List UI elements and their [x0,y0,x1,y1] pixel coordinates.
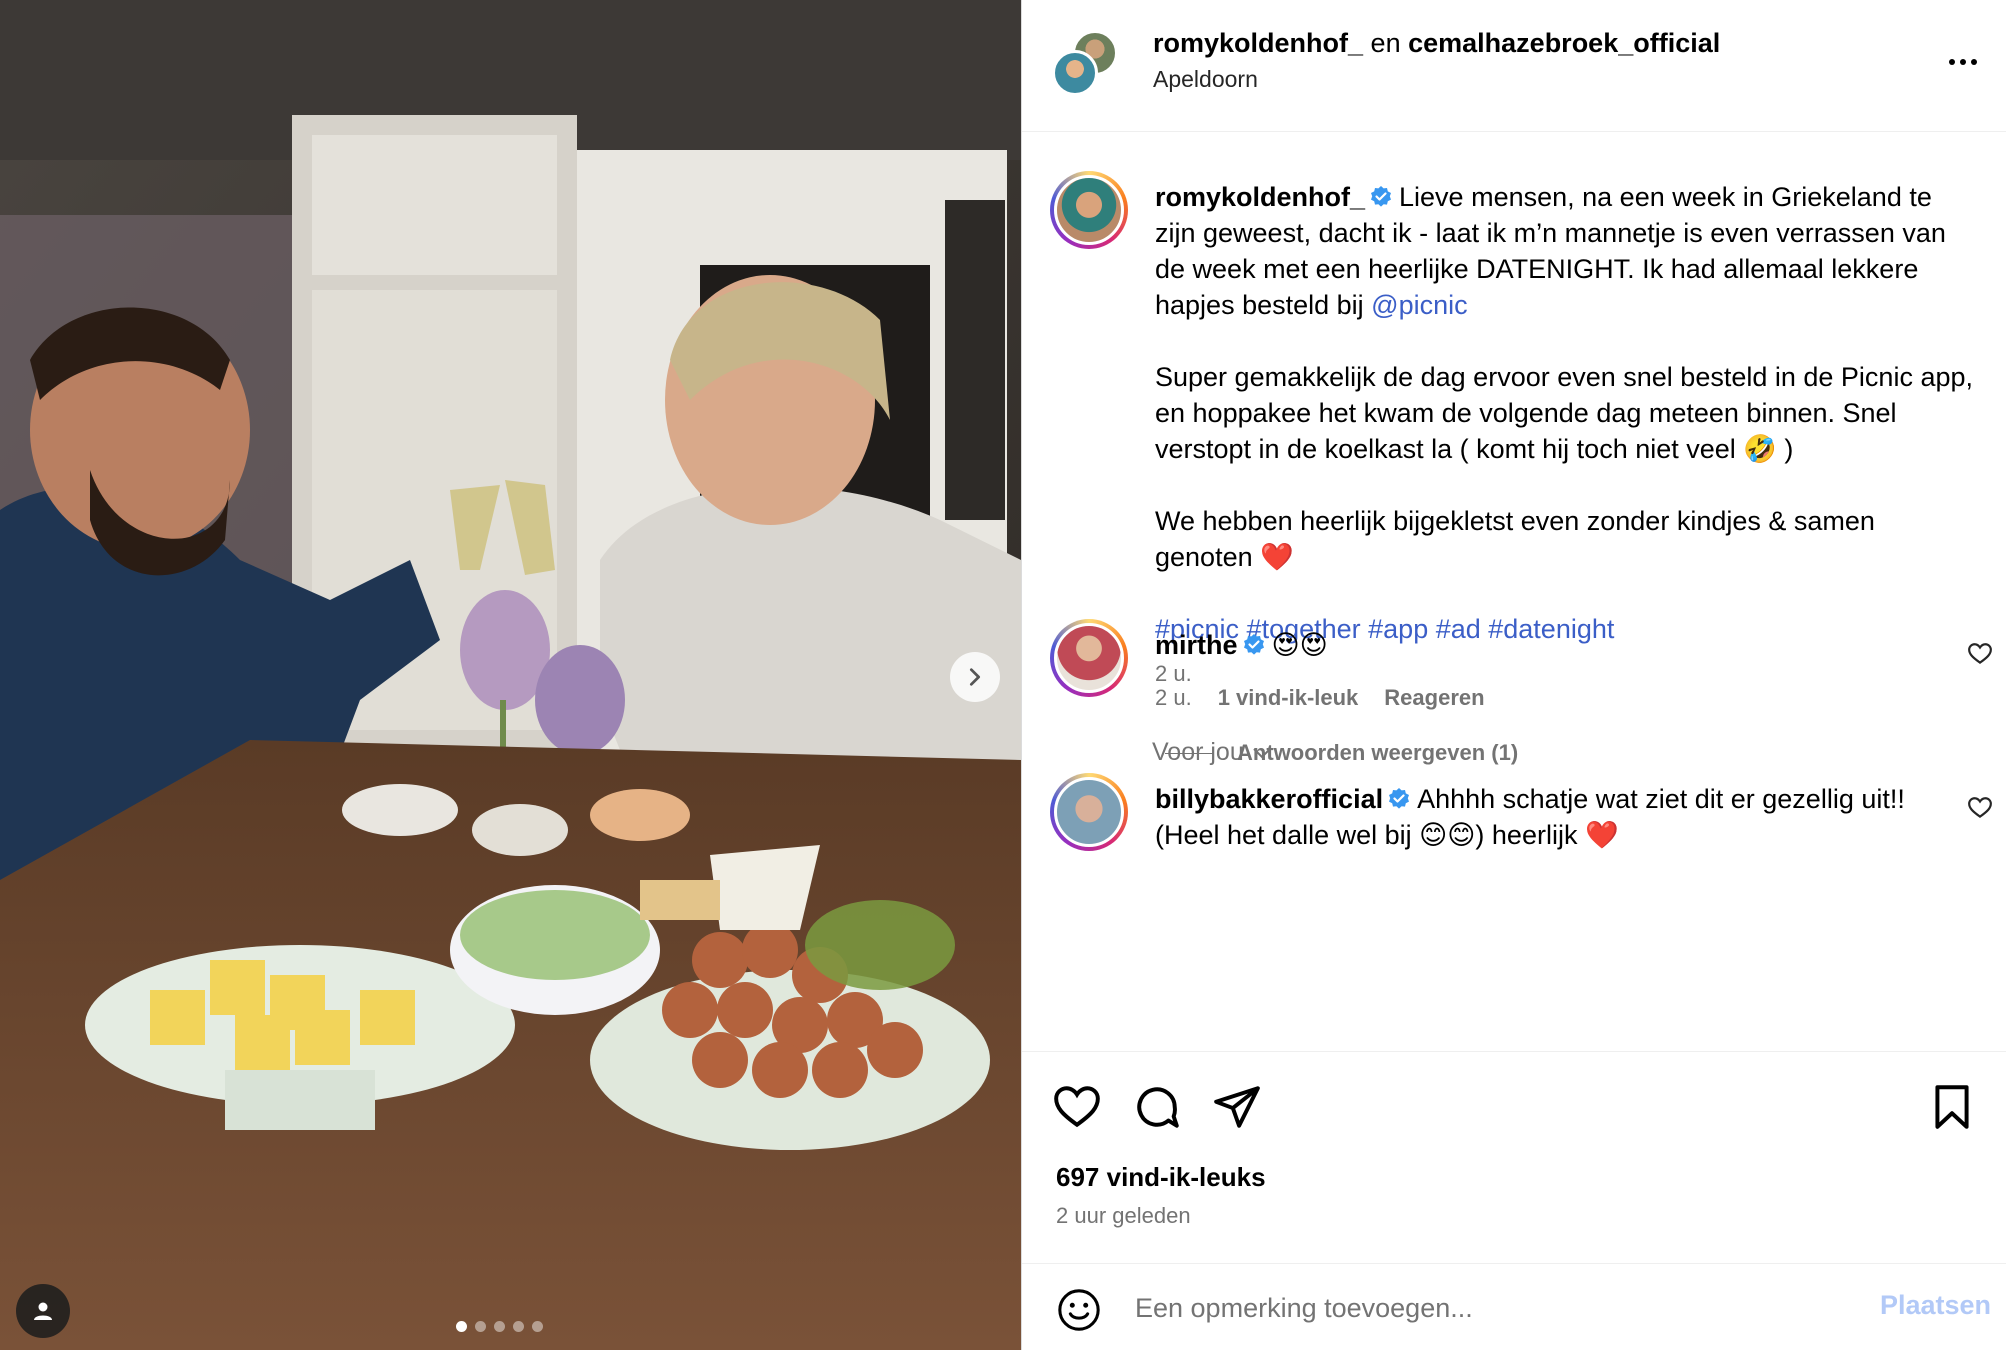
post-header: romykoldenhof_ en cemalhazebroek_officia… [1022,0,2006,132]
view-replies-label: Antwoorden weergeven (1) [1237,740,1519,765]
heart-icon[interactable] [1967,795,1993,821]
comment-username[interactable]: mirthe [1155,630,1238,660]
verified-badge-icon [1371,186,1392,207]
comment-body: mirthe 😍😍 [1155,627,1935,663]
post-media[interactable] [0,0,1021,1350]
caption-timestamp: 2 u. [1155,661,1192,686]
emoji-icon[interactable] [1056,1287,1102,1333]
reply-button[interactable]: Reageren [1384,685,1484,711]
comment-username[interactable]: billybakkerofficial [1155,784,1383,814]
carousel-dot [494,1321,505,1332]
verified-badge-icon [1389,788,1410,809]
comment-text: 😍😍 [1271,630,1328,660]
carousel-dot [532,1321,543,1332]
mention-link[interactable]: @picnic [1371,290,1467,320]
collab-usernames: romykoldenhof_ en cemalhazebroek_officia… [1153,28,1720,59]
post-photo [0,0,1021,1350]
more-options-button[interactable] [1943,50,1983,74]
heart-icon[interactable] [1052,1082,1102,1132]
username-link[interactable]: cemalhazebroek_official [1408,28,1720,58]
location-link[interactable]: Apeldoorn [1153,66,1258,93]
username-link[interactable]: romykoldenhof_ [1153,28,1363,58]
likes-count[interactable]: 697 vind-ik-leuks [1056,1162,1266,1193]
chevron-right-icon [969,668,981,686]
comments-scroll-area[interactable]: romykoldenhof_ Lieve mensen, na een week … [1022,133,2006,1051]
add-comment-bar: Plaatsen [1022,1263,2006,1350]
bookmark-icon[interactable] [1927,1082,1977,1132]
heart-icon[interactable] [1967,641,1993,667]
collab-connector: en [1370,28,1401,58]
comment-avatar[interactable] [1050,619,1128,697]
more-icon [1949,59,1955,65]
avatar [1052,50,1098,96]
carousel-dot [456,1321,467,1332]
comment-body: billybakkerofficial Ahhhh schatje wat zie… [1155,781,1935,853]
comment-input[interactable] [1135,1284,1835,1332]
user-tag-icon [34,1302,52,1320]
post-caption: romykoldenhof_ Lieve mensen, na een week … [1155,179,1975,647]
view-replies-button[interactable]: Antwoorden weergeven (1) [1165,740,1518,766]
verified-badge-icon [1243,634,1264,655]
post-actions: 697 vind-ik-leuks 2 uur geleden [1022,1051,2006,1263]
carousel-next-button[interactable] [950,652,1000,702]
post-panel: romykoldenhof_ en cemalhazebroek_officia… [1021,0,2006,1350]
comment-icon[interactable] [1132,1082,1182,1132]
carousel-dot [475,1321,486,1332]
caption-author-avatar[interactable] [1050,171,1128,249]
caption-username[interactable]: romykoldenhof_ [1155,182,1365,212]
tagged-users-button[interactable] [16,1284,70,1338]
comment-likes-link[interactable]: 1 vind-ik-leuk [1218,685,1359,711]
comment-avatar[interactable] [1050,773,1128,851]
comment-meta: 2 u. 1 vind-ik-leuk Reageren [1155,685,1485,711]
carousel-indicator [456,1321,543,1332]
comment-time: 2 u. [1155,685,1192,710]
carousel-dot [513,1321,524,1332]
send-icon[interactable] [1212,1082,1262,1132]
post-timestamp: 2 uur geleden [1056,1203,1191,1228]
caption-text: Super gemakkelijk de dag ervoor even sne… [1155,362,1973,572]
post-comment-button[interactable]: Plaatsen [1880,1290,1991,1321]
collab-avatars[interactable] [1052,30,1118,96]
